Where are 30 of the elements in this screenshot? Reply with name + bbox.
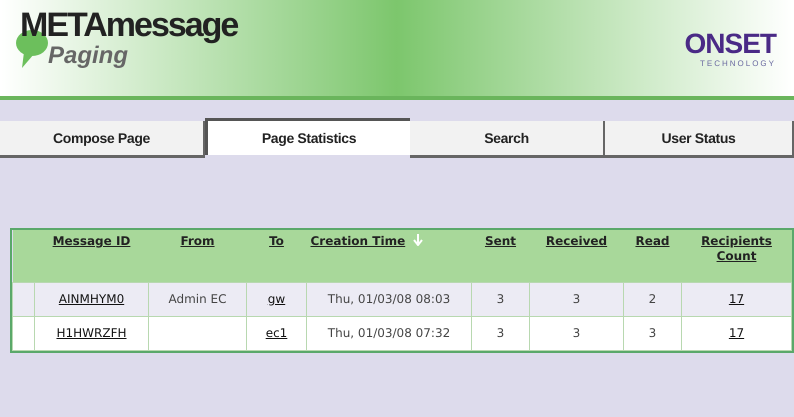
table-link[interactable]: ec1: [266, 326, 288, 340]
column-header-link[interactable]: Creation Time: [310, 234, 406, 249]
column-header-link[interactable]: From: [180, 234, 215, 249]
company-logo: ONSET: [684, 30, 776, 58]
column-header-link[interactable]: To: [269, 234, 284, 249]
column-header-link[interactable]: Received: [546, 234, 608, 249]
tab[interactable]: User Status: [605, 121, 794, 158]
tab[interactable]: Compose Page: [0, 121, 205, 158]
column-header-link[interactable]: Message ID: [52, 234, 130, 249]
table-link[interactable]: gw: [268, 292, 286, 306]
tab[interactable]: Search: [410, 121, 605, 158]
logo-title: METAmessage: [20, 8, 238, 42]
table-cell-text: 2: [648, 292, 656, 306]
table-cell-text: Thu, 01/03/08 08:03: [328, 292, 450, 306]
table-cell-text: 3: [572, 326, 580, 340]
table-cell-text: Admin EC: [168, 292, 227, 306]
logo-subtitle: Paging: [48, 44, 128, 68]
column-header-link[interactable]: Sent: [484, 234, 516, 249]
table-link[interactable]: 17: [728, 326, 744, 340]
table-cell-text: 3: [496, 326, 504, 340]
table-cell-text: Thu, 01/03/08 07:32: [328, 326, 450, 340]
column-header-link[interactable]: Recipients Count: [686, 234, 788, 264]
table-cell-text: 3: [648, 326, 656, 340]
company-tagline: TECHNOLOGY: [700, 58, 776, 70]
tab[interactable]: Page Statistics: [205, 118, 410, 155]
sort-down-icon[interactable]: [413, 234, 424, 246]
table-cell-text: 3: [496, 292, 504, 306]
column-header-link[interactable]: Read: [635, 234, 670, 249]
table-cell-text: 3: [572, 292, 580, 306]
table-link[interactable]: 17: [728, 292, 744, 306]
